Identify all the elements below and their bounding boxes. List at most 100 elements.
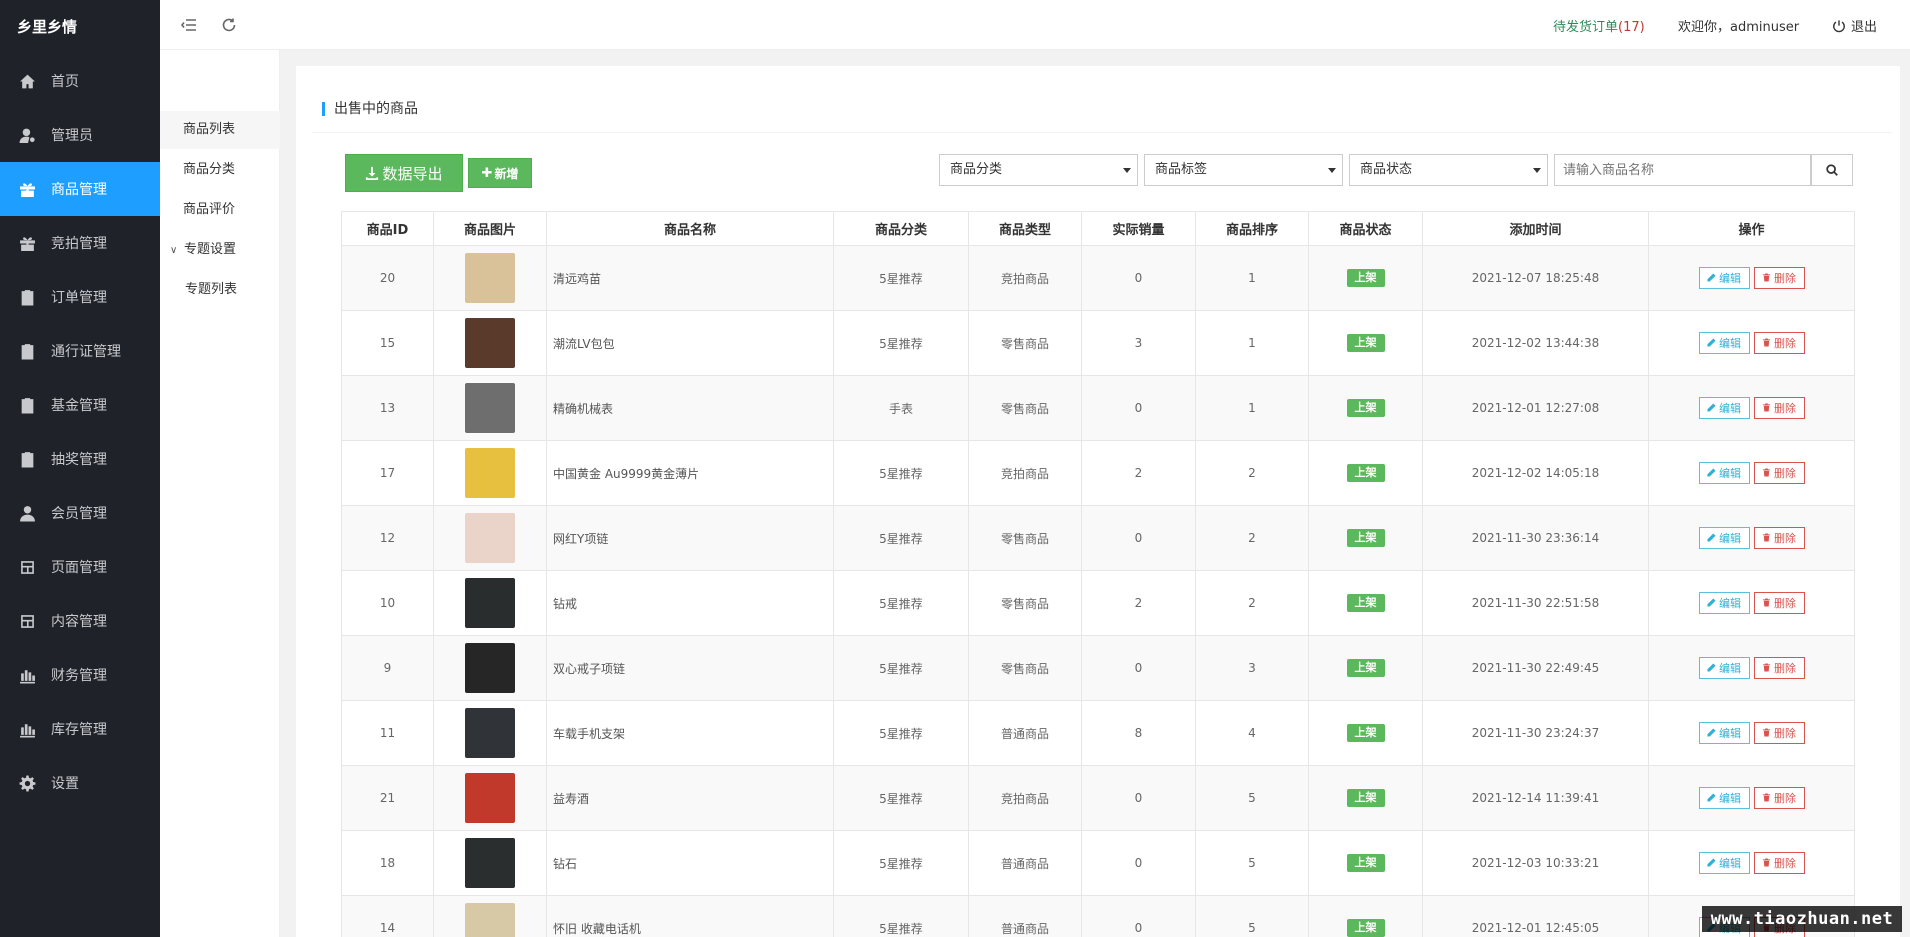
trash-icon [1762,857,1774,870]
sidebar-item-label: 库存管理 [51,722,107,738]
edit-button[interactable]: 编辑 [1698,462,1750,484]
product-table: 商品ID 商品图片 商品名称 商品分类 商品类型 实际销量 商品排序 商品状态 添加时间 操作 2… [341,211,1855,937]
edit-label: 编辑 [1719,792,1741,805]
subnav-group-topics[interactable]: ∨ 专题设置 [160,231,280,269]
subnav-item-topic-list[interactable]: 专题列表 [160,271,280,309]
tag-select[interactable]: 商品标签 [1144,154,1343,186]
search-button[interactable] [1811,154,1853,186]
sidebar-item-3[interactable]: 竞拍管理 [0,216,160,270]
delete-button[interactable]: 删除 [1753,657,1805,679]
edit-button[interactable]: 编辑 [1698,397,1750,419]
cell-type: 零售商品 [968,505,1082,571]
edit-button[interactable]: 编辑 [1698,332,1750,354]
plus-icon: ✚ [481,165,493,181]
product-thumbnail[interactable] [465,578,515,628]
delete-button[interactable]: 删除 [1753,397,1805,419]
cell-status: 上架 [1308,375,1423,441]
cell-status: 上架 [1308,635,1423,701]
edit-button[interactable]: 编辑 [1698,592,1750,614]
sidebar-item-6[interactable]: 基金管理 [0,378,160,432]
status-badge[interactable]: 上架 [1346,789,1385,807]
product-thumbnail[interactable] [465,903,515,937]
product-thumbnail[interactable] [465,253,515,303]
watermark: www.tiaozhuan.net [1702,906,1902,932]
status-badge[interactable]: 上架 [1346,464,1385,482]
trash-icon [1762,662,1774,675]
product-thumbnail[interactable] [465,448,515,498]
delete-button[interactable]: 删除 [1753,527,1805,549]
edit-button[interactable]: 编辑 [1698,267,1750,289]
delete-label: 删除 [1774,467,1796,480]
subnav-item-product-review[interactable]: 商品评价 [160,191,280,229]
pencil-icon [1707,337,1719,350]
cell-id: 17 [341,440,434,506]
edit-button[interactable]: 编辑 [1698,722,1750,744]
cell-time: 2021-12-01 12:45:05 [1422,895,1649,937]
product-thumbnail[interactable] [465,643,515,693]
edit-button[interactable]: 编辑 [1698,787,1750,809]
product-thumbnail[interactable] [465,318,515,368]
sidebar-item-12[interactable]: 库存管理 [0,702,160,756]
sidebar-item-9[interactable]: 页面管理 [0,540,160,594]
sidebar-item-5[interactable]: 通行证管理 [0,324,160,378]
subnav-item-product-category[interactable]: 商品分类 [160,151,280,189]
export-button[interactable]: 数据导出 [345,154,463,192]
subnav-item-product-list[interactable]: 商品列表 [160,111,280,149]
product-thumbnail[interactable] [465,513,515,563]
sidebar-item-0[interactable]: 首页 [0,54,160,108]
delete-button[interactable]: 删除 [1753,787,1805,809]
cell-sales: 3 [1081,310,1196,376]
sidebar-item-label: 抽奖管理 [51,452,107,468]
refresh-icon[interactable] [220,16,238,34]
cell-type: 零售商品 [968,570,1082,636]
pending-orders-link[interactable]: 待发货订单(17) [1553,16,1645,35]
sidebar-item-7[interactable]: 抽奖管理 [0,432,160,486]
cell-status: 上架 [1308,765,1423,831]
caret-down-icon [1533,168,1541,173]
delete-button[interactable]: 删除 [1753,267,1805,289]
status-badge[interactable]: 上架 [1346,919,1385,937]
status-badge[interactable]: 上架 [1346,529,1385,547]
sidebar-item-label: 首页 [51,74,79,90]
column-header: 添加时间 [1422,211,1649,246]
delete-button[interactable]: 删除 [1753,852,1805,874]
category-select[interactable]: 商品分类 [939,154,1138,186]
edit-label: 编辑 [1719,467,1741,480]
delete-button[interactable]: 删除 [1753,462,1805,484]
edit-button[interactable]: 编辑 [1698,657,1750,679]
menu-collapse-icon[interactable] [180,16,198,34]
sidebar-item-4[interactable]: 订单管理 [0,270,160,324]
cell-sort: 5 [1195,830,1309,896]
product-thumbnail[interactable] [465,383,515,433]
status-badge[interactable]: 上架 [1346,724,1385,742]
search-input[interactable] [1554,154,1811,186]
delete-button[interactable]: 删除 [1753,332,1805,354]
sidebar-item-13[interactable]: 设置 [0,756,160,810]
status-badge[interactable]: 上架 [1346,594,1385,612]
add-button[interactable]: ✚ 新增 [468,158,532,188]
status-badge[interactable]: 上架 [1346,399,1385,417]
cell-actions: 编辑 删除 [1648,570,1855,636]
cell-time: 2021-11-30 22:49:45 [1422,635,1649,701]
sidebar-item-1[interactable]: 管理员 [0,108,160,162]
product-thumbnail[interactable] [465,838,515,888]
product-thumbnail[interactable] [465,773,515,823]
cell-image [433,895,547,937]
sidebar-item-2[interactable]: 商品管理 [0,162,160,216]
edit-button[interactable]: 编辑 [1698,852,1750,874]
product-thumbnail[interactable] [465,708,515,758]
logout-button[interactable]: 退出 [1832,16,1877,35]
status-badge[interactable]: 上架 [1346,269,1385,287]
status-badge[interactable]: 上架 [1346,659,1385,677]
status-badge[interactable]: 上架 [1346,854,1385,872]
edit-button[interactable]: 编辑 [1698,527,1750,549]
pencil-icon [1707,727,1719,740]
status-badge[interactable]: 上架 [1346,334,1385,352]
status-select[interactable]: 商品状态 [1349,154,1548,186]
cell-sales: 2 [1081,570,1196,636]
sidebar-item-11[interactable]: 财务管理 [0,648,160,702]
delete-button[interactable]: 删除 [1753,722,1805,744]
sidebar-item-10[interactable]: 内容管理 [0,594,160,648]
delete-button[interactable]: 删除 [1753,592,1805,614]
sidebar-item-8[interactable]: 会员管理 [0,486,160,540]
